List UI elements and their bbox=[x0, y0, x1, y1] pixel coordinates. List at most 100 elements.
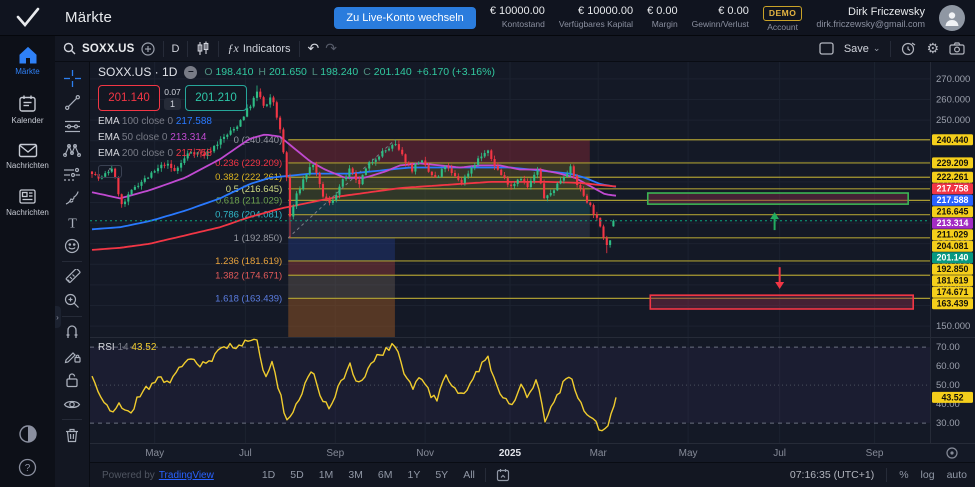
hide-drawings-tool[interactable] bbox=[58, 392, 86, 416]
range-5y[interactable]: 5Y bbox=[435, 469, 448, 481]
scale-auto-button[interactable]: auto bbox=[947, 469, 967, 481]
chart-area: 0 (240.440)0.236 (229.209)0.382 (222.261… bbox=[90, 62, 975, 462]
svg-text:229.209: 229.209 bbox=[937, 158, 969, 168]
svg-text:Mar: Mar bbox=[590, 448, 608, 459]
svg-text:222.261: 222.261 bbox=[937, 172, 969, 182]
chart-legend: SOXX.US · 1D – O 198.410 H 201.650 L 198… bbox=[98, 65, 495, 178]
range-1d[interactable]: 1D bbox=[262, 469, 275, 481]
sidebar-item-kalender[interactable]: Kalender bbox=[0, 94, 55, 125]
lock-drawings-tool[interactable] bbox=[58, 368, 86, 392]
crosshair-tool[interactable] bbox=[58, 66, 86, 90]
alert-clock-icon[interactable] bbox=[901, 41, 916, 56]
interval-button[interactable]: D bbox=[164, 43, 188, 55]
magnet-tool[interactable] bbox=[58, 320, 86, 344]
help-icon[interactable]: ? bbox=[18, 458, 37, 477]
layout-icon[interactable] bbox=[819, 42, 834, 55]
panel-collapse-handle[interactable]: › bbox=[54, 306, 61, 328]
svg-text:60.00: 60.00 bbox=[936, 361, 960, 372]
sidebar-item-nachrichten-mail[interactable]: Nachrichten bbox=[0, 143, 55, 170]
range-1y[interactable]: 1Y bbox=[408, 469, 421, 481]
svg-text:Jul: Jul bbox=[773, 448, 786, 459]
left-nav: Märkte Kalender Nachrichten N bbox=[0, 36, 55, 487]
range-all[interactable]: All bbox=[463, 469, 475, 481]
settings-gear-icon[interactable]: ⚙ bbox=[926, 40, 939, 57]
symbol-search[interactable]: SOXX.US bbox=[55, 42, 163, 56]
xabcd-pattern-tool[interactable] bbox=[58, 138, 86, 162]
svg-text:50.00: 50.00 bbox=[936, 380, 960, 391]
range-buttons: 1D 5D 1M 3M 6M 1Y 5Y All bbox=[262, 469, 475, 481]
svg-text:260.000: 260.000 bbox=[936, 94, 970, 105]
user-info: Dirk Friczewsky dirk.friczewsky@gmail.co… bbox=[816, 5, 925, 31]
spread-value: 0.07 bbox=[164, 87, 181, 97]
svg-text:150.000: 150.000 bbox=[936, 321, 970, 332]
fib-retracement-tool[interactable] bbox=[58, 114, 86, 138]
powered-by-label: Powered by bbox=[102, 470, 155, 481]
go-to-date-icon[interactable] bbox=[496, 468, 510, 482]
svg-text:0.618 (211.029): 0.618 (211.029) bbox=[216, 195, 282, 206]
svg-text:Sep: Sep bbox=[326, 448, 344, 459]
svg-text:192.850: 192.850 bbox=[937, 264, 969, 274]
range-5d[interactable]: 5D bbox=[290, 469, 303, 481]
redo-button[interactable]: ↷ bbox=[325, 40, 337, 57]
scale-percent-button[interactable]: % bbox=[899, 469, 908, 481]
page-title: Märkte bbox=[65, 9, 112, 26]
clock-utc[interactable]: 07:16:35 (UTC+1) bbox=[790, 469, 874, 481]
theme-toggle-icon[interactable] bbox=[18, 424, 38, 444]
chart-type-button[interactable] bbox=[188, 41, 218, 56]
brush-tool[interactable] bbox=[58, 186, 86, 210]
svg-text:0.5 (216.645): 0.5 (216.645) bbox=[226, 184, 283, 195]
scale-log-button[interactable]: log bbox=[921, 469, 935, 481]
range-1m[interactable]: 1M bbox=[319, 469, 334, 481]
svg-text:181.619: 181.619 bbox=[937, 276, 969, 286]
legend-symbol-title[interactable]: SOXX.US · 1D bbox=[98, 65, 177, 79]
stay-in-drawing-mode-tool[interactable] bbox=[58, 344, 86, 368]
top-header: Märkte Zu Live-Konto wechseln € 10000.00… bbox=[0, 0, 975, 36]
stat-margin: € 0.00 Margin bbox=[647, 5, 678, 29]
indicator-row-ema200[interactable]: EMA 200 close 0 217.758 bbox=[98, 148, 495, 159]
legend-collapse-icon[interactable]: – bbox=[184, 66, 197, 79]
app-logo[interactable] bbox=[0, 0, 55, 36]
trade-widget: 201.140 0.07 1 201.210 bbox=[98, 85, 495, 111]
emoji-tool[interactable] bbox=[58, 234, 86, 258]
home-icon bbox=[18, 46, 38, 64]
svg-text:T: T bbox=[68, 216, 77, 230]
text-tool[interactable]: T bbox=[58, 210, 86, 234]
buy-button[interactable]: 201.210 bbox=[185, 85, 247, 111]
lot-size[interactable]: 1 bbox=[164, 98, 181, 110]
measure-ruler-tool[interactable] bbox=[58, 265, 86, 289]
switch-live-account-button[interactable]: Zu Live-Konto wechseln bbox=[334, 7, 475, 29]
chart-toolbar: SOXX.US D ƒx Indicators ↶ bbox=[55, 36, 975, 62]
trading-app: Märkte Zu Live-Konto wechseln € 10000.00… bbox=[0, 0, 975, 487]
indicators-button[interactable]: ƒx Indicators bbox=[219, 41, 298, 56]
save-button[interactable]: Save ⌄ bbox=[844, 43, 881, 55]
trendline-tool[interactable] bbox=[58, 90, 86, 114]
avatar[interactable] bbox=[939, 5, 965, 31]
svg-text:174.671: 174.671 bbox=[937, 287, 969, 297]
rsi-indicator-row[interactable]: RSI 14 43.52 bbox=[98, 342, 156, 353]
sidebar-item-nachrichten-news[interactable]: Nachrichten bbox=[0, 188, 55, 217]
sell-button[interactable]: 201.140 bbox=[98, 85, 160, 111]
svg-text:Nov: Nov bbox=[416, 448, 434, 459]
legend-collapse-chevron[interactable]: ^ bbox=[98, 165, 122, 178]
undo-button[interactable]: ↶ bbox=[308, 40, 320, 57]
demo-badge: DEMO bbox=[763, 6, 803, 21]
checkmark-logo-icon bbox=[15, 7, 41, 29]
svg-text:217.758: 217.758 bbox=[937, 184, 969, 194]
chevron-down-icon: ⌄ bbox=[873, 43, 881, 54]
svg-text:?: ? bbox=[25, 463, 31, 474]
indicator-row-ema100[interactable]: EMA 100 close 0 217.588 bbox=[98, 116, 495, 127]
compare-add-icon[interactable] bbox=[141, 42, 155, 56]
camera-screenshot-icon[interactable] bbox=[949, 42, 965, 55]
remove-drawings-tool[interactable] bbox=[58, 423, 86, 447]
range-6m[interactable]: 6M bbox=[378, 469, 393, 481]
stat-kontostand: € 10000.00 Kontostand bbox=[490, 5, 545, 29]
forecast-position-tool[interactable] bbox=[58, 162, 86, 186]
zoom-in-tool[interactable] bbox=[58, 289, 86, 313]
tradingview-link[interactable]: TradingView bbox=[159, 470, 214, 481]
calendar-icon bbox=[18, 94, 37, 113]
sidebar-item-maerkte[interactable]: Märkte bbox=[0, 46, 55, 76]
range-3m[interactable]: 3M bbox=[348, 469, 363, 481]
indicator-row-ema50[interactable]: EMA 50 close 0 213.314 bbox=[98, 132, 495, 143]
svg-text:240.440: 240.440 bbox=[937, 135, 969, 145]
symbol-name: SOXX.US bbox=[82, 43, 135, 55]
